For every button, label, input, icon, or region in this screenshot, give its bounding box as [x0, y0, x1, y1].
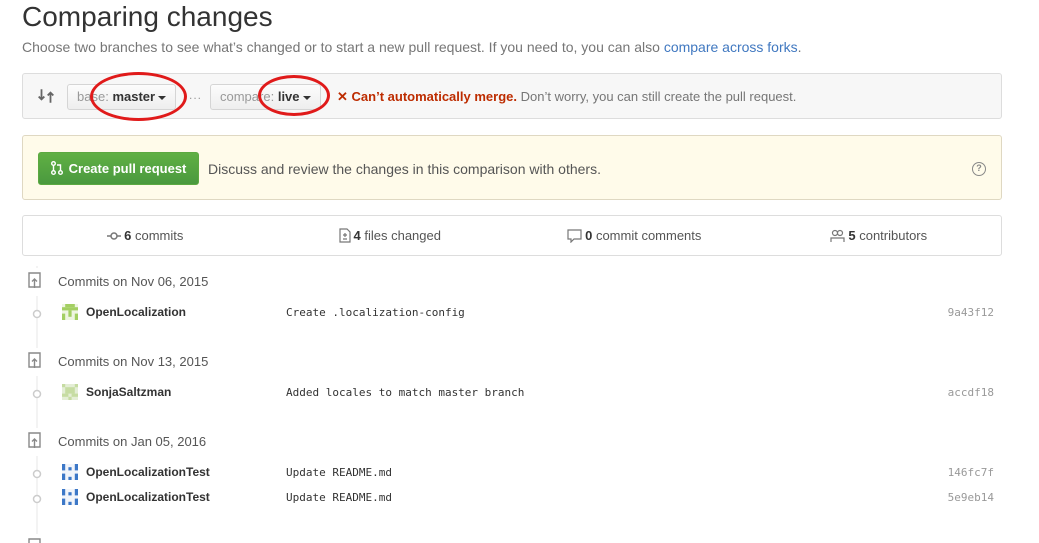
- base-branch-select[interactable]: base: master: [67, 84, 177, 110]
- commit-group-date: Commits on Jan 05, 2016: [58, 434, 207, 449]
- commit-node-icon: [32, 494, 42, 504]
- contributors-label: contributors: [859, 228, 928, 243]
- commit-author-link[interactable]: SonjaSaltzman: [86, 385, 171, 399]
- commit-row: OpenLocalizationTest Update README.md 5e…: [22, 487, 1002, 509]
- commit-node-icon: [32, 309, 42, 319]
- commit-group-date: Commits on Nov 06, 2015: [58, 274, 209, 289]
- commit-author-link[interactable]: OpenLocalizationTest: [86, 490, 210, 504]
- pull-request-description: Discuss and review the changes in this c…: [208, 161, 601, 177]
- commit-sha-link[interactable]: 146fc7f: [948, 466, 994, 479]
- comparison-summary: 6 commits 4 files changed 0 commit comme…: [22, 215, 1002, 256]
- base-label: base:: [77, 89, 109, 104]
- commit-author-link[interactable]: OpenLocalization: [86, 305, 186, 319]
- commit-node-icon: [32, 389, 42, 399]
- swap-branches-icon[interactable]: [37, 87, 55, 105]
- commit-row: SonjaSaltzman Added locales to match mas…: [22, 382, 1002, 404]
- pull-request-icon: [51, 161, 63, 175]
- repo-push-icon: [22, 268, 50, 296]
- commit-message-link[interactable]: Added locales to match master branch: [286, 386, 524, 399]
- page-subtitle: Choose two branches to see what’s change…: [22, 39, 802, 55]
- create-pull-request-button[interactable]: Create pull request: [38, 152, 200, 185]
- comments-count: 0: [585, 228, 593, 243]
- compare-label: compare:: [220, 89, 275, 104]
- subtitle-suffix: .: [797, 39, 802, 55]
- avatar[interactable]: [62, 304, 78, 320]
- commit-node-icon: [32, 469, 42, 479]
- commits-count: 6: [124, 228, 132, 243]
- organization-icon: [830, 229, 845, 242]
- merge-note: Don’t worry, you can still create the pu…: [520, 89, 797, 104]
- compare-branch-name: live: [277, 89, 300, 104]
- commit-sha-link[interactable]: 5e9eb14: [948, 491, 994, 504]
- tab-commit-comments[interactable]: 0 commit comments: [512, 216, 757, 255]
- tab-files-changed[interactable]: 4 files changed: [268, 216, 513, 255]
- comment-icon: [567, 229, 582, 244]
- tab-contributors[interactable]: 5 contributors: [757, 216, 1002, 255]
- subtitle-text: Choose two branches to see what’s change…: [22, 39, 664, 55]
- tab-commits[interactable]: 6 commits: [23, 216, 268, 255]
- commit-author-link[interactable]: OpenLocalizationTest: [86, 465, 210, 479]
- file-diff-icon: [338, 228, 351, 243]
- commit-message-link[interactable]: Update README.md: [286, 466, 392, 479]
- range-dots: ...: [189, 88, 203, 102]
- base-branch-name: master: [112, 89, 156, 104]
- commits-label: commits: [134, 228, 184, 243]
- commit-icon: [107, 232, 122, 240]
- repo-push-icon: [22, 534, 50, 543]
- page-title: Comparing changes: [22, 1, 273, 32]
- compare-branch-select[interactable]: compare: live: [210, 84, 321, 110]
- comments-label: commit comments: [595, 228, 702, 243]
- question-icon[interactable]: ?: [972, 162, 986, 176]
- avatar[interactable]: [62, 464, 78, 480]
- chevron-down-icon: [158, 95, 167, 100]
- chevron-down-icon: [302, 95, 311, 100]
- commit-group-date: Commits on Nov 13, 2015: [58, 354, 209, 369]
- commit-message-link[interactable]: Create .localization-config: [286, 306, 465, 319]
- x-icon: ✕: [337, 89, 348, 104]
- commit-sha-link[interactable]: accdf18: [948, 386, 994, 399]
- files-label: files changed: [364, 228, 441, 243]
- merge-warning: Can’t automatically merge.: [351, 89, 517, 104]
- commit-row: OpenLocalizationTest Update README.md 14…: [22, 462, 1002, 484]
- pull-request-banner: Create pull request Discuss and review t…: [22, 135, 1002, 200]
- range-editor: base: master ... compare: live ✕ Can’t a…: [22, 73, 1002, 119]
- repo-push-icon: [22, 428, 50, 456]
- commit-message-link[interactable]: Update README.md: [286, 491, 392, 504]
- merge-status: ✕ Can’t automatically merge. Don’t worry…: [337, 89, 796, 105]
- avatar[interactable]: [62, 489, 78, 505]
- files-count: 4: [353, 228, 361, 243]
- avatar[interactable]: [62, 384, 78, 400]
- compare-across-forks-link[interactable]: compare across forks: [664, 39, 798, 55]
- create-pull-request-label: Create pull request: [68, 161, 187, 176]
- commit-sha-link[interactable]: 9a43f12: [948, 306, 994, 319]
- commit-row: OpenLocalization Create .localization-co…: [22, 302, 1002, 324]
- repo-push-icon: [22, 348, 50, 376]
- contributors-count: 5: [848, 228, 856, 243]
